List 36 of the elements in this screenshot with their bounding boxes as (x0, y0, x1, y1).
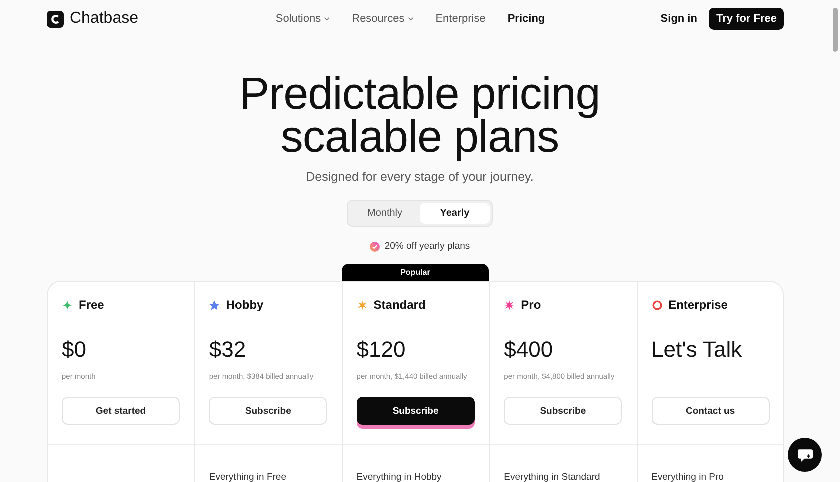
logo-icon (47, 10, 64, 28)
billing-option[interactable]: Monthly (350, 203, 420, 224)
plan-button[interactable]: Get started (62, 397, 180, 425)
scrollbar-thumb[interactable] (833, 8, 838, 52)
feature-text: Everything in Free (209, 472, 286, 482)
plan-button[interactable]: Subscribe (504, 397, 622, 425)
plan-price: $32 (209, 337, 248, 363)
nav-link[interactable]: Pricing (508, 13, 546, 25)
chat-icon (796, 448, 814, 462)
feature-text: Everything in Hobby (356, 472, 442, 482)
plan-price: $120 (356, 337, 407, 363)
brand-name[interactable]: Chatbase (70, 10, 138, 28)
plan-price: $0 (62, 337, 88, 363)
discount-note: 20% off yearly plans (384, 241, 470, 252)
plan-price: $400 (504, 337, 554, 363)
plan-name: Hobby (226, 298, 264, 312)
plan-button[interactable]: Contact us (652, 397, 770, 425)
plan-button[interactable]: Subscribe (209, 397, 328, 425)
plan-button[interactable]: Subscribe (356, 397, 475, 425)
feature-text: Everything in Pro (652, 472, 724, 482)
popular-badge: Popular (342, 264, 490, 281)
plan-name: Pro (521, 298, 542, 312)
chat-button[interactable] (788, 438, 822, 472)
plan-name: Free (79, 298, 104, 312)
billing-option[interactable]: Yearly (420, 203, 490, 224)
plan-name: Standard (374, 298, 426, 312)
sign-in-link[interactable]: Sign in (660, 13, 698, 25)
feature-text: Everything in Standard (504, 472, 600, 482)
plan-price: Let's Talk (652, 337, 744, 363)
nav-link[interactable]: Resources (352, 13, 414, 25)
check-badge-icon (370, 242, 380, 252)
hero-subtitle: Designed for every stage of your journey. (306, 170, 534, 184)
try-free-button[interactable]: Try for Free (709, 8, 784, 30)
nav-link[interactable]: Enterprise (436, 13, 486, 25)
nav-link[interactable]: Solutions (276, 13, 330, 25)
plan-name: Enterprise (668, 298, 728, 312)
